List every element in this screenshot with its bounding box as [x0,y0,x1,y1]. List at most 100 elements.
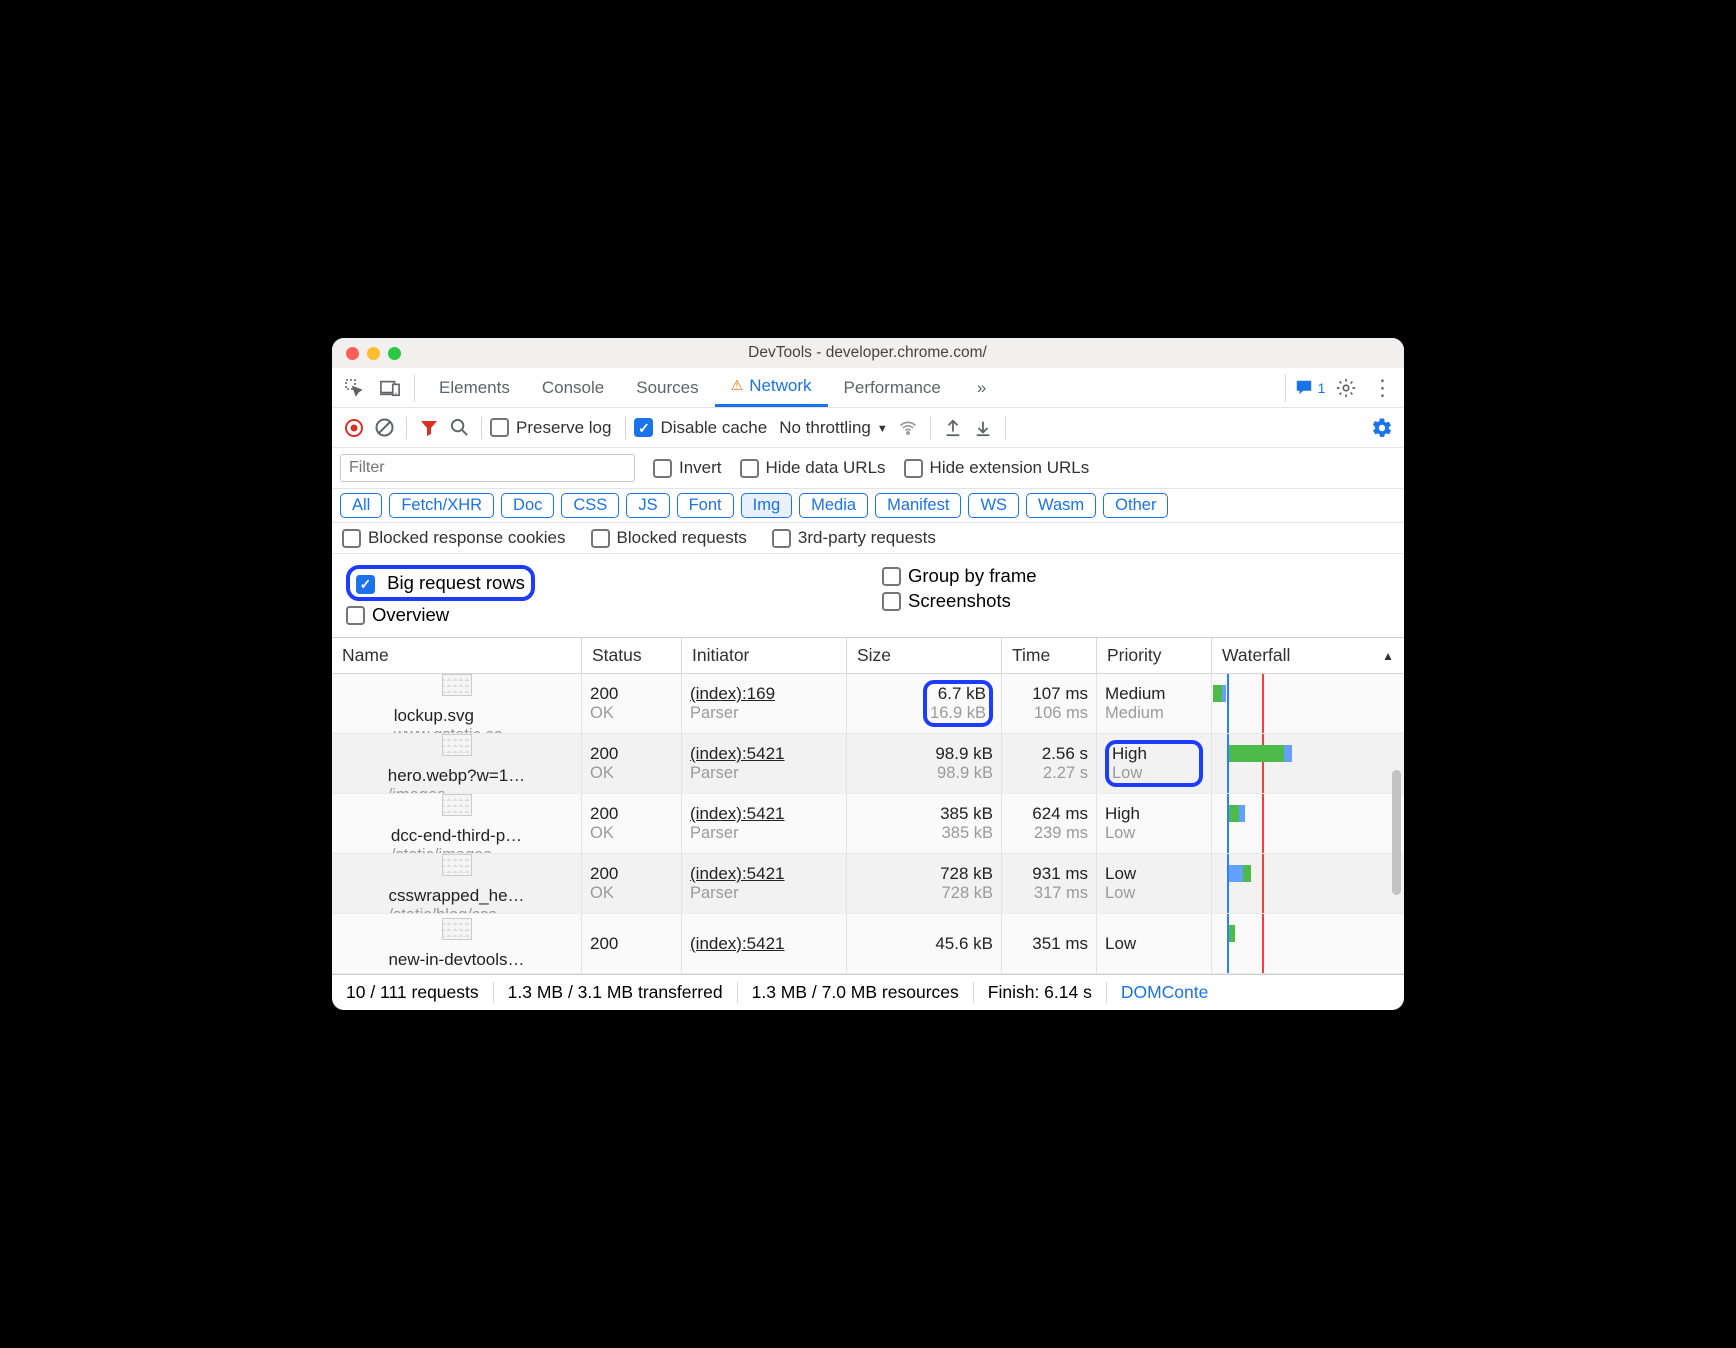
big-request-rows-toggle[interactable]: Big request rows [346,565,535,601]
disable-cache-checkbox[interactable] [634,418,653,437]
preserve-log-checkbox[interactable] [490,418,509,437]
resource-name: new-in-devtools… [388,950,524,970]
chip-ws[interactable]: WS [968,493,1019,518]
resource-path: /static/images [391,846,522,853]
settings-gear-icon[interactable] [1330,372,1362,404]
search-icon[interactable] [445,414,473,442]
network-conditions-icon[interactable] [894,414,922,442]
initiator-cell[interactable]: (index):5421 [682,914,847,973]
col-initiator[interactable]: Initiator [682,638,847,673]
size-cell: 45.6 kB [847,914,1002,973]
table-header: Name Status Initiator Size Time Priority… [332,638,1404,674]
chip-other[interactable]: Other [1103,493,1168,518]
stat-transferred: 1.3 MB / 3.1 MB transferred [494,982,738,1003]
chip-fetchxhr[interactable]: Fetch/XHR [389,493,494,518]
chip-css[interactable]: CSS [561,493,619,518]
stat-domcontent: DOMConte [1107,982,1223,1003]
chip-manifest[interactable]: Manifest [875,493,961,518]
resource-name: dcc-end-third-p… [391,826,522,846]
resource-thumb [442,794,472,816]
hide-extension-urls-toggle[interactable]: Hide extension URLs [904,458,1090,478]
chip-doc[interactable]: Doc [501,493,554,518]
overview-toggle[interactable]: Overview [346,604,854,626]
tab-console[interactable]: Console [526,368,620,407]
table-row[interactable]: lockup.svg www.gstatic.co…200OK(index):1… [332,674,1404,734]
filter-input[interactable] [340,454,635,482]
stat-finish: Finish: 6.14 s [974,982,1107,1003]
filter-icon[interactable] [415,414,443,442]
col-priority[interactable]: Priority [1097,638,1212,673]
blocked-requests-toggle[interactable]: Blocked requests [591,528,747,548]
col-name[interactable]: Name [332,638,582,673]
disable-cache-toggle[interactable]: Disable cache [634,418,767,438]
blocked-cookies-toggle[interactable]: Blocked response cookies [342,528,566,548]
priority-cell: HighLow [1097,734,1212,793]
col-size[interactable]: Size [847,638,1002,673]
tab-sources[interactable]: Sources [620,368,714,407]
status-bar: 10 / 111 requests 1.3 MB / 3.1 MB transf… [332,974,1404,1010]
kebab-menu-icon[interactable]: ⋮ [1366,372,1398,404]
table-row[interactable]: dcc-end-third-p… /static/images 200OK(ind… [332,794,1404,854]
scrollbar[interactable] [1392,770,1401,972]
chip-font[interactable]: Font [677,493,734,518]
status-cell: 200OK [582,794,682,853]
chip-js[interactable]: JS [626,493,669,518]
hide-extension-urls-checkbox[interactable] [904,459,923,478]
invert-checkbox[interactable] [653,459,672,478]
screenshots-toggle[interactable]: Screenshots [882,590,1390,612]
time-cell: 351 ms [1002,914,1097,973]
maximize-icon[interactable] [388,347,401,360]
time-cell: 931 ms317 ms [1002,854,1097,913]
device-mode-icon[interactable] [374,372,406,404]
minimize-icon[interactable] [367,347,380,360]
download-har-icon[interactable] [969,414,997,442]
messages-button[interactable]: 1 [1294,372,1326,404]
col-waterfall[interactable]: Waterfall ▲ [1212,638,1404,673]
chip-media[interactable]: Media [799,493,868,518]
group-by-frame-toggle[interactable]: Group by frame [882,565,1390,587]
table-row[interactable]: new-in-devtools… 200(index):542145.6 kB3… [332,914,1404,974]
size-cell: 6.7 kB16.9 kB [847,674,1002,733]
table-body: lockup.svg www.gstatic.co…200OK(index):1… [332,674,1404,974]
chip-wasm[interactable]: Wasm [1026,493,1096,518]
hide-data-urls-toggle[interactable]: Hide data URLs [740,458,886,478]
resource-name: lockup.svg [394,706,520,726]
network-display-settings: Big request rows Overview Group by frame… [332,554,1404,638]
priority-cell: LowLow [1097,854,1212,913]
resource-thumb [442,918,472,940]
traffic-lights[interactable] [346,347,401,360]
more-panels-button[interactable]: » [961,368,1002,407]
time-cell: 624 ms239 ms [1002,794,1097,853]
hide-data-urls-checkbox[interactable] [740,459,759,478]
chip-all[interactable]: All [340,493,382,518]
devtools-window: DevTools - developer.chrome.com/ Element… [332,338,1404,1010]
resource-name: hero.webp?w=1… [388,766,526,786]
network-settings-icon[interactable] [1368,414,1396,442]
table-row[interactable]: csswrapped_he… /static/blog/css…200OK(in… [332,854,1404,914]
col-time[interactable]: Time [1002,638,1097,673]
chip-img[interactable]: Img [741,493,793,518]
close-icon[interactable] [346,347,359,360]
scroll-thumb[interactable] [1392,770,1401,895]
priority-cell: MediumMedium [1097,674,1212,733]
clear-button[interactable] [370,414,398,442]
tab-network[interactable]: Network [715,368,828,407]
col-status[interactable]: Status [582,638,682,673]
initiator-cell[interactable]: (index):5421Parser [682,854,847,913]
invert-toggle[interactable]: Invert [653,458,722,478]
initiator-cell[interactable]: (index):169Parser [682,674,847,733]
throttling-select[interactable]: No throttling ▼ [775,418,892,438]
initiator-cell[interactable]: (index):5421Parser [682,734,847,793]
inspect-icon[interactable] [338,372,370,404]
third-party-toggle[interactable]: 3rd-party requests [772,528,936,548]
tab-elements[interactable]: Elements [423,368,526,407]
tab-performance[interactable]: Performance [828,368,957,407]
table-row[interactable]: hero.webp?w=1… /images200OK(index):5421P… [332,734,1404,794]
status-cell: 200 [582,914,682,973]
upload-har-icon[interactable] [939,414,967,442]
record-button[interactable] [340,414,368,442]
sort-indicator-icon: ▲ [1382,649,1394,663]
preserve-log-toggle[interactable]: Preserve log [490,418,611,438]
stat-resources: 1.3 MB / 7.0 MB resources [738,982,974,1003]
initiator-cell[interactable]: (index):5421Parser [682,794,847,853]
